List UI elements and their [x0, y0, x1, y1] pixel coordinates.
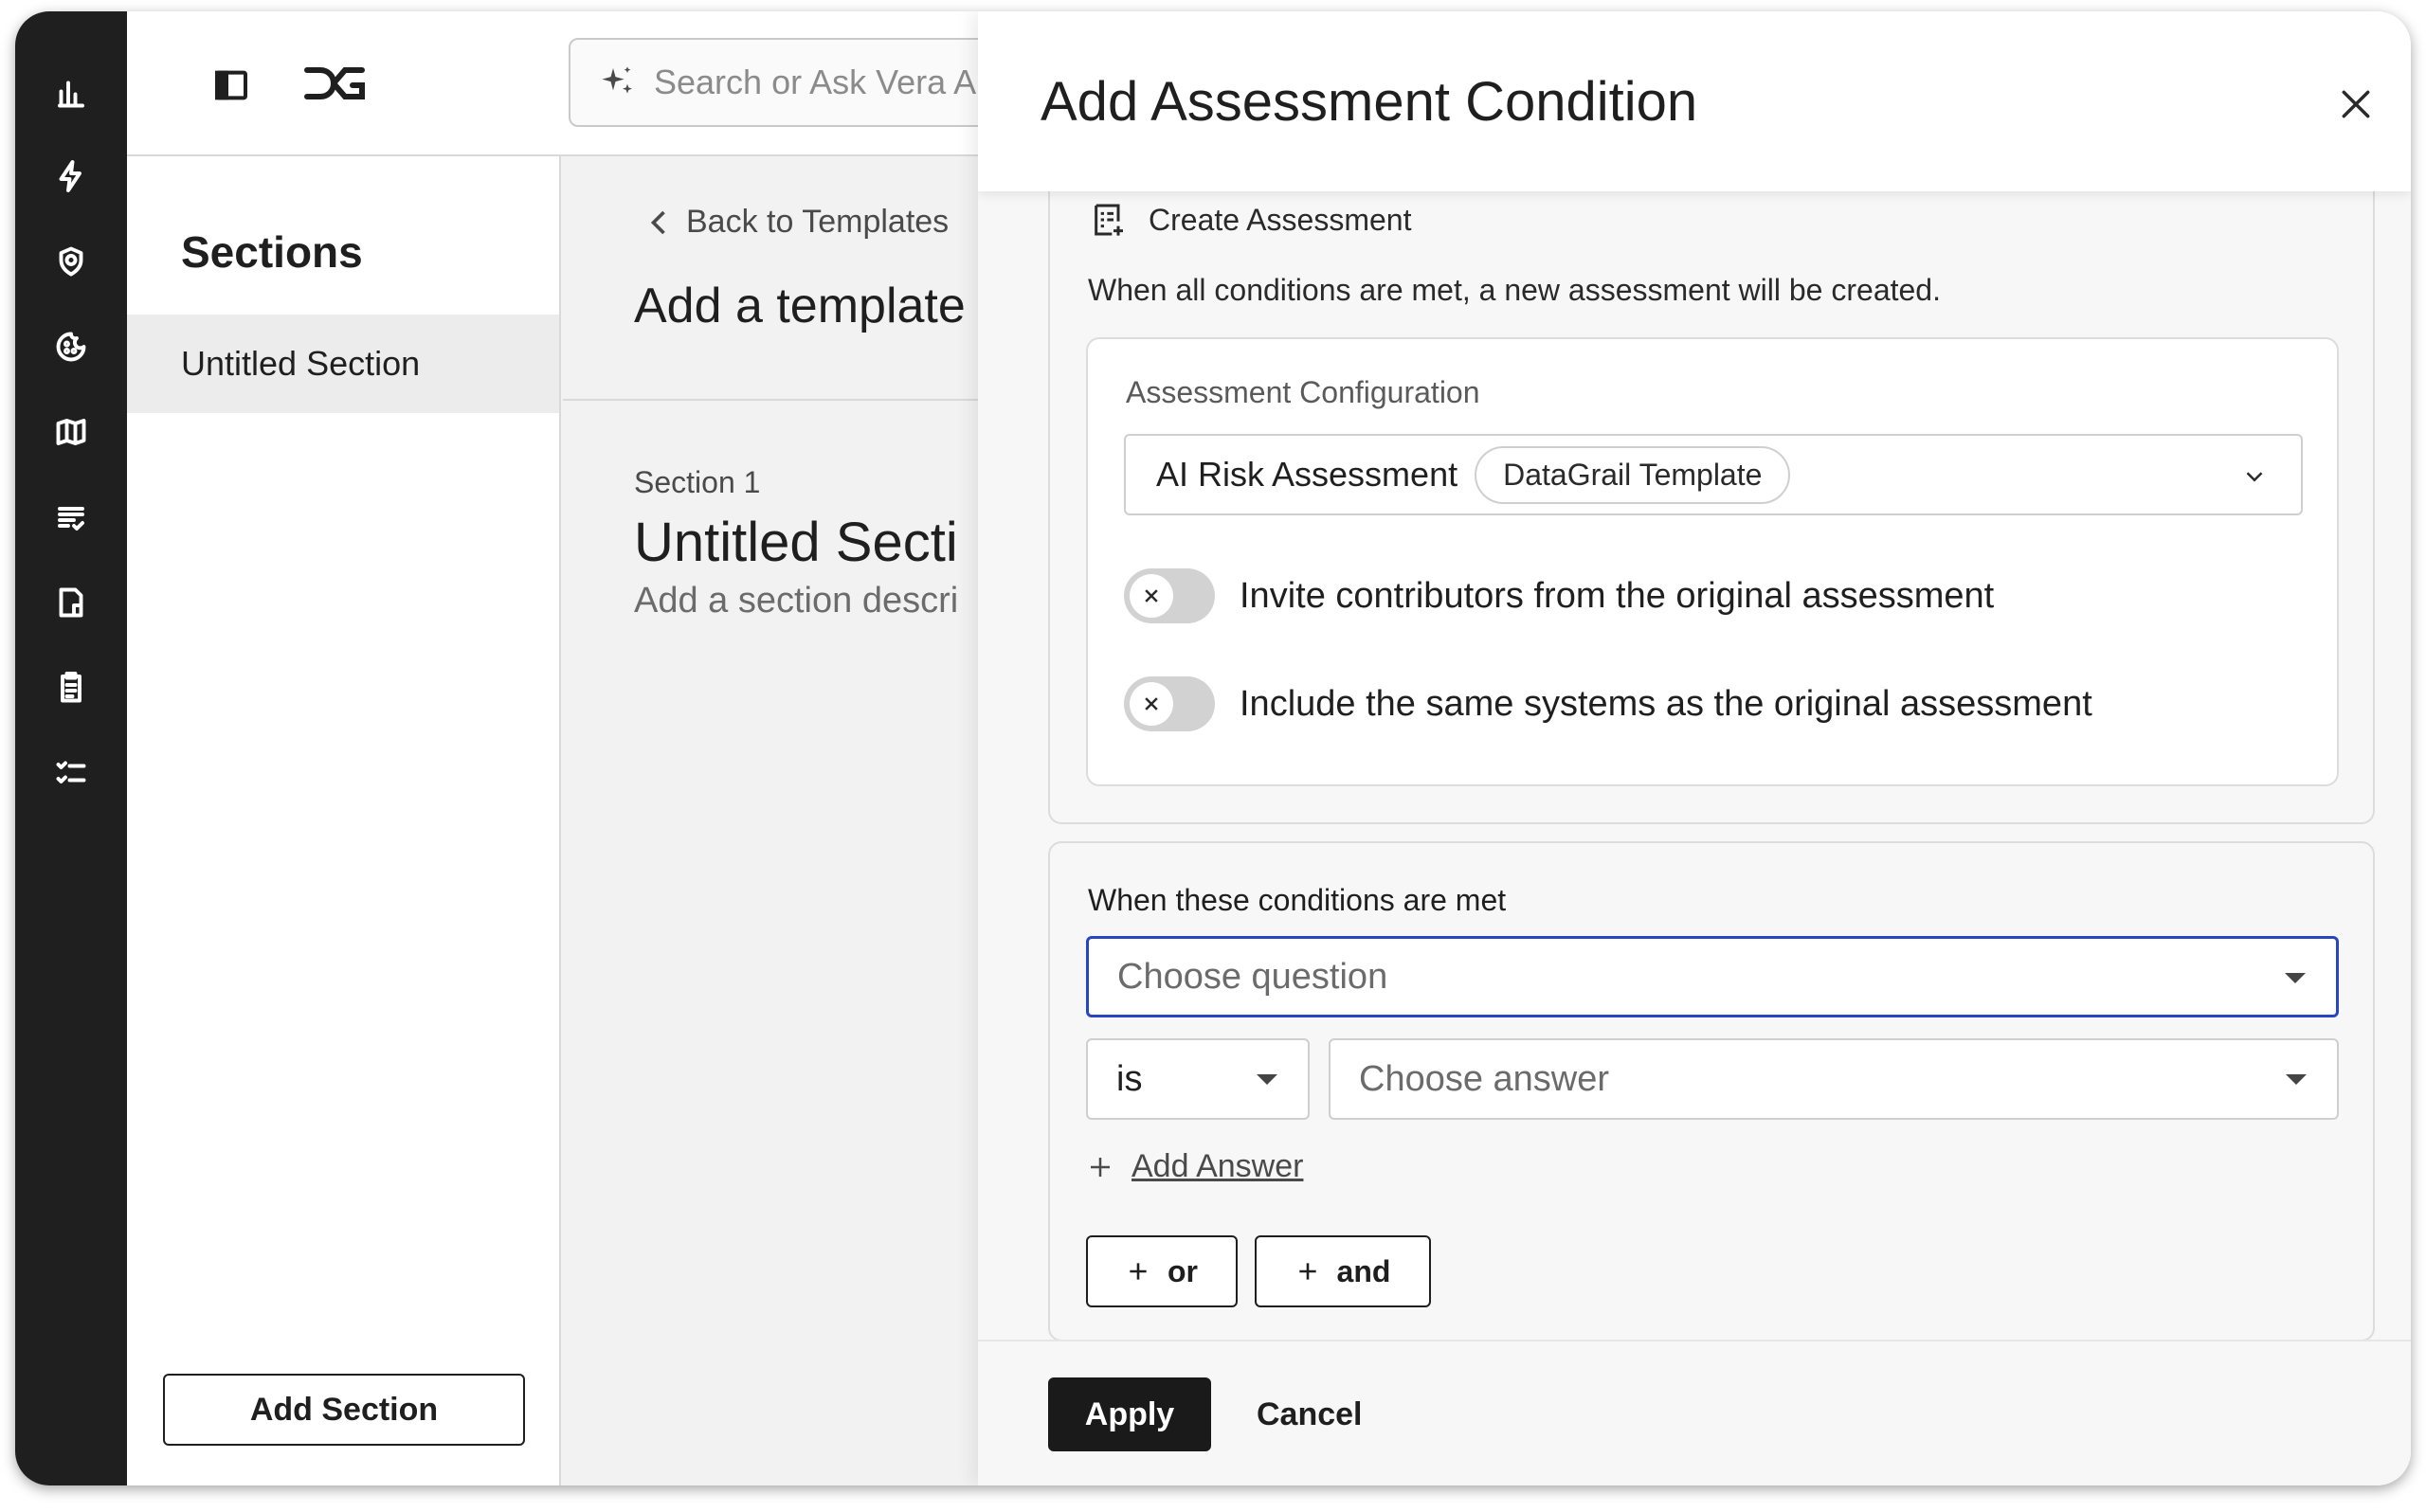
- add-condition-drawer: Add Assessment Condition Create Assessme…: [978, 11, 2411, 1485]
- shield-check-icon[interactable]: [52, 243, 90, 280]
- assessment-config-select[interactable]: AI Risk Assessment DataGrail Template: [1124, 434, 2303, 515]
- caret-down-icon: [1257, 1074, 1277, 1085]
- list-check-icon[interactable]: [52, 498, 90, 536]
- app-window: Search or Ask Vera AI Anyt Sections Unti…: [15, 11, 2411, 1485]
- analytics-icon[interactable]: [52, 74, 90, 112]
- cookie-icon[interactable]: [52, 328, 90, 366]
- include-systems-row: Include the same systems as the original…: [1124, 676, 2092, 731]
- back-label: Back to Templates: [686, 204, 950, 240]
- section-title[interactable]: Untitled Secti: [634, 511, 958, 574]
- question-placeholder: Choose question: [1117, 956, 1388, 997]
- datagrail-logo-icon[interactable]: [301, 63, 370, 109]
- include-systems-label: Include the same systems as the original…: [1240, 683, 2092, 724]
- config-label: Assessment Configuration: [1126, 375, 1480, 409]
- invite-contributors-row: Invite contributors from the original as…: [1124, 568, 1994, 623]
- conditions-label: When these conditions are met: [1088, 883, 1507, 917]
- create-assessment-icon: [1095, 204, 1123, 236]
- drawer-footer: Apply Cancel: [978, 1340, 2411, 1485]
- plus-icon: [1130, 1263, 1147, 1280]
- x-icon: [1145, 589, 1158, 603]
- sections-title: Sections: [181, 227, 363, 277]
- lightning-icon[interactable]: [52, 157, 90, 195]
- section-description[interactable]: Add a section descri: [634, 581, 958, 621]
- action-description: When all conditions are met, a new asses…: [1088, 273, 1941, 307]
- assessment-configuration: Assessment Configuration AI Risk Assessm…: [1086, 337, 2339, 786]
- sparkle-icon: [602, 66, 632, 94]
- drawer-title: Add Assessment Condition: [1041, 71, 1698, 133]
- operator-value: is: [1116, 1058, 1143, 1099]
- include-systems-toggle[interactable]: [1124, 676, 1215, 731]
- map-icon[interactable]: [52, 413, 90, 451]
- or-label: or: [1168, 1253, 1198, 1288]
- operator-select[interactable]: is: [1086, 1038, 1310, 1120]
- icon-rail: [15, 11, 127, 1485]
- cancel-button[interactable]: Cancel: [1243, 1377, 1376, 1451]
- caret-down-icon: [2285, 973, 2306, 983]
- action-label: Create Assessment: [1149, 202, 1412, 237]
- sections-sidebar: Sections Untitled Section Add Section: [127, 156, 561, 1485]
- checklist-icon[interactable]: [52, 754, 90, 792]
- assessment-action-card: Create Assessment When all conditions ar…: [1048, 135, 2375, 824]
- invite-contributors-toggle[interactable]: [1124, 568, 1215, 623]
- answer-placeholder: Choose answer: [1359, 1058, 1610, 1099]
- section-number: Section 1: [634, 465, 761, 499]
- add-and-button[interactable]: and: [1255, 1235, 1431, 1307]
- invite-contributors-label: Invite contributors from the original as…: [1240, 575, 1995, 616]
- add-answer-link[interactable]: Add Answer: [1086, 1148, 1303, 1185]
- action-heading: Create Assessment: [1090, 201, 1411, 239]
- chevron-down-icon: [2246, 472, 2263, 482]
- back-to-templates-link[interactable]: Back to Templates: [648, 204, 949, 241]
- close-icon[interactable]: [2335, 83, 2377, 125]
- sidebar-toggle-icon[interactable]: [212, 66, 250, 109]
- choose-question-select[interactable]: Choose question: [1086, 936, 2339, 1017]
- choose-answer-select[interactable]: Choose answer: [1329, 1038, 2339, 1120]
- document-icon[interactable]: [52, 584, 90, 621]
- config-selected-value: AI Risk Assessment: [1156, 455, 1458, 494]
- caret-down-icon: [2286, 1074, 2307, 1085]
- clipboard-icon[interactable]: [52, 669, 90, 707]
- drawer-header: Add Assessment Condition: [978, 11, 2411, 191]
- add-or-button[interactable]: or: [1086, 1235, 1238, 1307]
- page-title: Add a template: [634, 279, 966, 333]
- conditions-card: When these conditions are met Choose que…: [1048, 841, 2375, 1341]
- plus-icon: [1298, 1263, 1316, 1280]
- and-label: and: [1336, 1253, 1391, 1288]
- section-item-untitled[interactable]: Untitled Section: [127, 315, 559, 413]
- add-section-button[interactable]: Add Section: [163, 1374, 525, 1446]
- add-answer-label: Add Answer: [1132, 1148, 1304, 1184]
- chevron-left-icon: [650, 210, 665, 234]
- template-badge: DataGrail Template: [1475, 445, 1791, 504]
- x-icon: [1145, 697, 1158, 711]
- plus-icon: [1091, 1157, 1110, 1177]
- apply-button[interactable]: Apply: [1048, 1377, 1211, 1451]
